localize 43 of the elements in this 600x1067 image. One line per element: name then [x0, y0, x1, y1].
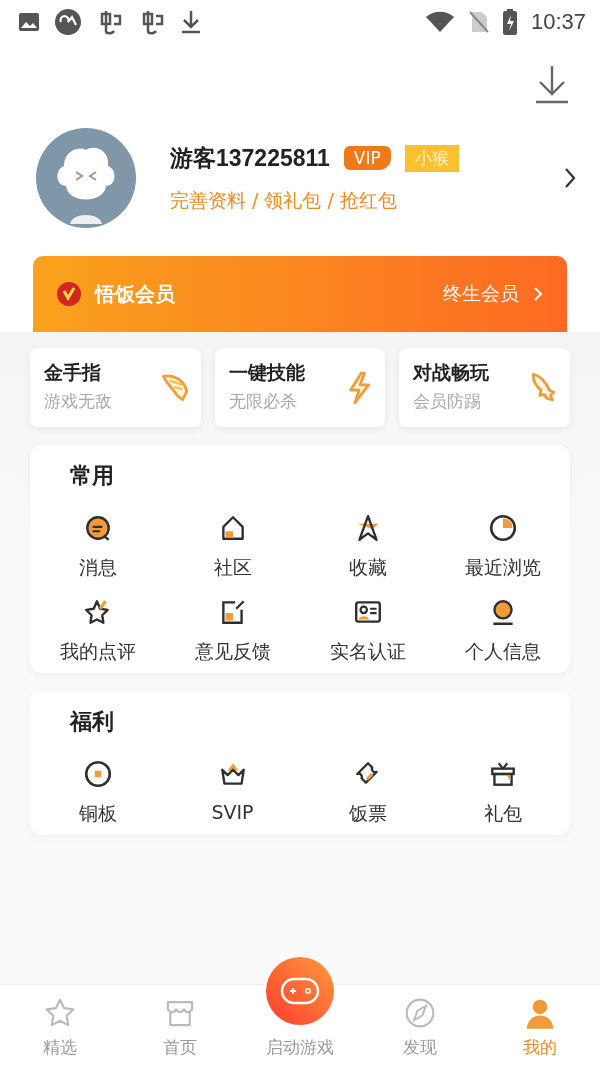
menu-item[interactable]: 意见反馈	[194, 639, 271, 665]
no-sim-icon	[468, 10, 489, 34]
menu-item[interactable]: 实名认证	[329, 639, 406, 665]
wifi-icon	[424, 11, 455, 33]
section-title: 福利	[70, 708, 115, 736]
section-title: 常用	[70, 462, 115, 490]
username: 游客137225811	[170, 143, 330, 173]
feature-title: 一键技能	[228, 360, 305, 385]
menu-item[interactable]: 社区	[213, 555, 252, 581]
feature-title: 金手指	[44, 360, 102, 385]
gamepad-button[interactable]	[266, 957, 334, 1025]
coin-icon[interactable]	[82, 759, 113, 789]
download-icon[interactable]	[534, 64, 570, 104]
download-icon	[180, 9, 202, 35]
app-icon	[54, 8, 82, 36]
feature-card[interactable]: 对战畅玩 会员防踢	[399, 348, 570, 427]
clock-icon[interactable]	[487, 513, 518, 543]
feature-title: 对战畅玩	[413, 360, 490, 385]
menu-item[interactable]: 个人信息	[464, 639, 541, 665]
membership-title: 悟饭会员	[95, 280, 175, 308]
chevron-right-icon	[533, 286, 543, 302]
menu-item[interactable]: 礼包	[483, 801, 522, 827]
menu-item[interactable]: 最近浏览	[464, 555, 541, 581]
menu-item[interactable]: 饭票	[348, 801, 387, 827]
feature-card[interactable]: 一键技能 无限必杀	[214, 348, 386, 427]
image-icon	[18, 12, 40, 32]
feature-subtitle: 无限必杀	[228, 390, 298, 413]
feature-card[interactable]: 金手指 游戏无敌	[30, 348, 201, 427]
avatar[interactable]	[36, 128, 136, 228]
v-badge-icon	[57, 282, 81, 306]
menu-item[interactable]: 消息	[78, 555, 117, 581]
menu-item[interactable]: SVIP	[211, 801, 254, 823]
battery-icon	[502, 9, 517, 35]
menu-item[interactable]: 我的点评	[59, 639, 136, 665]
vip-badge: VIP	[343, 146, 391, 170]
chevron-right-icon[interactable]	[564, 167, 576, 189]
feature-subtitle: 游戏无敌	[44, 390, 112, 413]
menu-item[interactable]: 铜板	[78, 801, 117, 827]
membership-action: 终生会员	[443, 281, 519, 306]
clock-time: 10:37	[530, 9, 586, 35]
level-badge: 小猴	[404, 144, 459, 172]
feature-subtitle: 会员防踢	[413, 390, 483, 413]
menu-item[interactable]: 收藏	[348, 555, 387, 581]
